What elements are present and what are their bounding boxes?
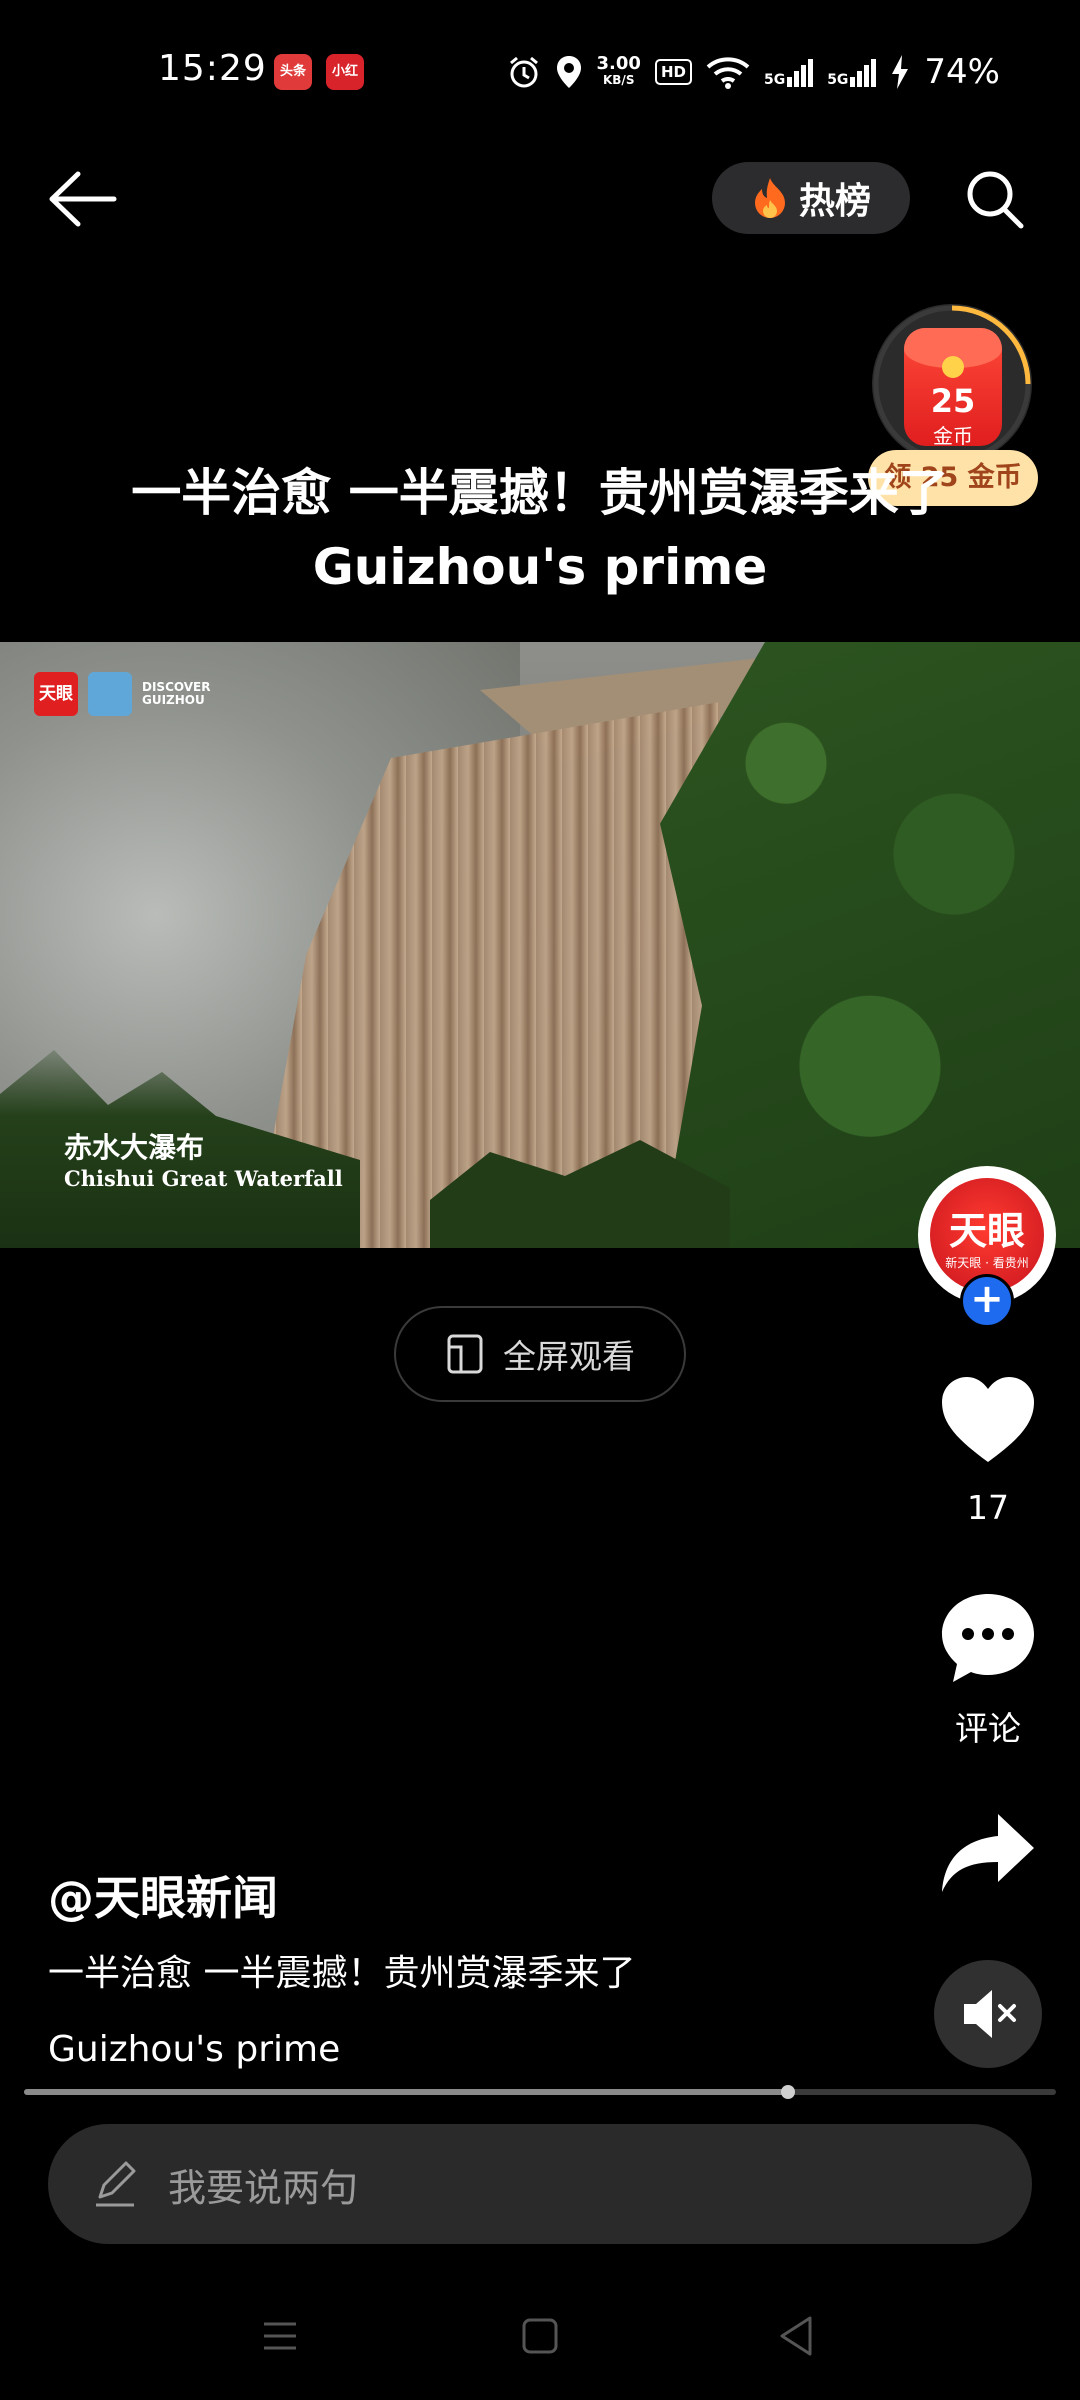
app-icon-label-2: 小红书 — [331, 64, 358, 79]
fullscreen-label: 全屏观看 — [503, 1337, 635, 1376]
comment-label: 评论 — [955, 1709, 1021, 1748]
app-icon-label-1: 头条 — [279, 64, 306, 79]
video-player[interactable]: 天眼 DISCOVER GUIZHOU 赤水大瀑布 Chishui Great … — [0, 642, 1080, 1248]
comment-input[interactable]: 我要说两句 — [48, 2124, 1032, 2244]
avatar-text: 天眼 — [948, 1208, 1025, 1253]
flame-icon — [754, 178, 785, 218]
avatar-subtext: 新天眼 · 看贵州 — [945, 1256, 1029, 1270]
speed-unit: KB/S — [602, 73, 635, 87]
share-icon[interactable] — [938, 1808, 1038, 1898]
nav-back-icon[interactable] — [774, 2312, 818, 2360]
search-icon[interactable] — [960, 162, 1030, 234]
heart-icon[interactable] — [938, 1372, 1038, 1468]
author-name[interactable]: @天眼新闻 — [48, 1862, 278, 1928]
progress-knob[interactable] — [780, 2085, 795, 2099]
desc-line2: Guizhou's prime — [48, 2029, 341, 2070]
speaker-muted-icon — [964, 1990, 1016, 2038]
discover-guizhou-text: DISCOVER GUIZHOU — [142, 681, 210, 707]
system-nav-bar — [0, 2300, 1080, 2380]
comment-placeholder: 我要说两句 — [168, 2165, 359, 2210]
battery-percent: 74% — [924, 52, 1000, 92]
alarm-icon — [509, 56, 538, 88]
forest-right — [660, 642, 1080, 1248]
video-title: 一半治愈 一半震撼！贵州赏瀑季来了 Guizhou's prime — [60, 456, 1020, 604]
logo-text-2: GUIZHOU — [142, 693, 205, 707]
caption-english: Chishui Great Waterfall — [64, 1166, 343, 1191]
discover-guizhou-logo — [88, 672, 132, 716]
cellular-2: 5G — [827, 57, 877, 88]
fullscreen-icon — [447, 1334, 483, 1374]
caption-chinese: 赤水大瀑布 — [64, 1131, 205, 1164]
video-progress-bar[interactable] — [24, 2085, 1056, 2099]
hot-list-label: 热榜 — [798, 181, 871, 222]
tianyan-logo: 天眼 — [34, 672, 78, 716]
desc-line1: 一半治愈 一半震撼！贵州赏瀑季来了 — [48, 1953, 636, 1994]
network-speed: 3.00 KB/S — [596, 53, 641, 88]
status-icons: 3.00 KB/S HD 5G 5G 74% — [507, 48, 1000, 96]
fullscreen-button[interactable]: 全屏观看 — [394, 1306, 686, 1402]
status-bar: 15:29 头条 小红书 3.00KB/S HD 5G 5G 74% — [0, 40, 1080, 104]
recent-apps-icon[interactable] — [258, 2314, 302, 2358]
comment-icon[interactable] — [938, 1588, 1038, 1688]
follow-plus-button[interactable]: + — [960, 1274, 1014, 1328]
back-arrow-icon[interactable] — [44, 164, 124, 234]
wifi-icon — [706, 57, 750, 89]
progress-fill — [24, 2089, 788, 2095]
toutiao-app-icon: 头条 — [274, 54, 312, 90]
cellular-1: 5G — [763, 57, 814, 88]
charging-icon — [892, 55, 909, 89]
like-count: 17 — [967, 1488, 1009, 1527]
signal-icon-1 — [787, 59, 814, 87]
status-time: 15:29 — [158, 48, 267, 89]
net-type-2: 5G — [827, 72, 849, 88]
coin-unit: 金币 — [933, 424, 973, 448]
hot-list-button[interactable]: 热榜 — [712, 162, 910, 234]
post-description: 一半治愈 一半震撼！贵州赏瀑季来了 Guizhou's prime — [48, 1936, 888, 2088]
video-watermark: 天眼 DISCOVER GUIZHOU — [34, 672, 210, 716]
video-caption: 赤水大瀑布 Chishui Great Waterfall — [64, 1126, 343, 1191]
home-icon[interactable] — [518, 2314, 562, 2358]
pencil-icon — [96, 2161, 136, 2207]
signal-icon-2 — [850, 59, 877, 87]
video-title-line1: 一半治愈 一半震撼！贵州赏瀑季来了 — [131, 464, 949, 522]
coin-amount: 25 — [930, 382, 976, 420]
location-icon — [556, 56, 581, 88]
net-type-1: 5G — [763, 72, 786, 88]
video-title-line2: Guizhou's prime — [312, 538, 768, 596]
speed-value: 3.00 — [596, 53, 641, 74]
red-envelope-icon: 25 金币 — [904, 328, 1002, 448]
mute-button[interactable] — [934, 1960, 1042, 2068]
xiaohongshu-app-icon: 小红书 — [326, 54, 364, 90]
hd-voice-badge: HD — [654, 59, 692, 85]
